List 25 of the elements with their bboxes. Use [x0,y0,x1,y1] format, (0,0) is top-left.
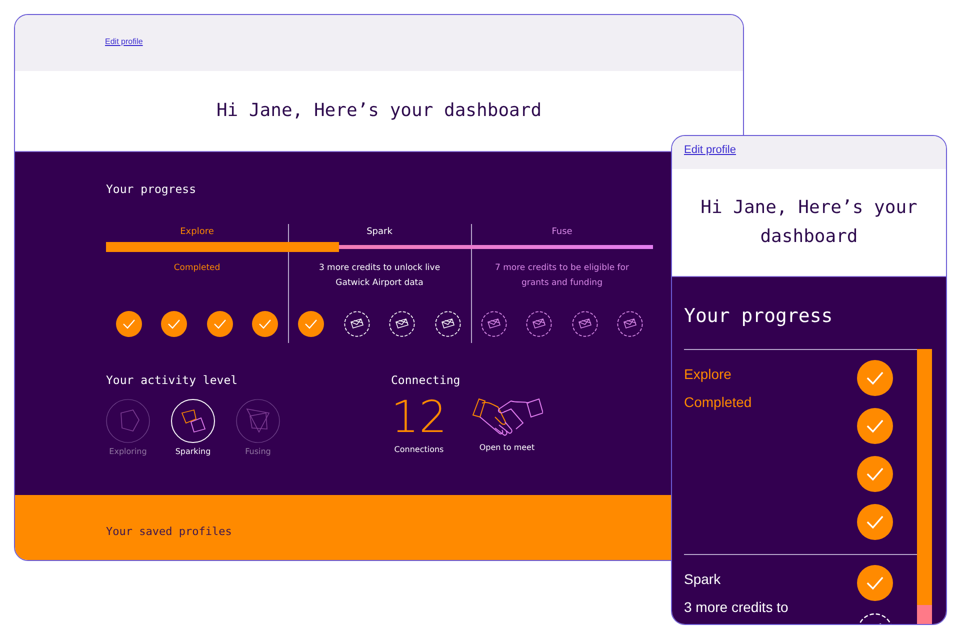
section-title: Connecting [391,373,462,387]
stage-name: Spark [684,571,722,587]
stage-status: Completed [684,394,753,410]
activity-level-label: Exploring [109,447,147,456]
stage-name: Explore [179,226,215,237]
activity-level-label: Sparking [175,447,211,456]
stage-status: 3 more credits to unlock live Gatwick Airport data [318,262,442,290]
section-title: Your activity level [106,373,239,387]
connections-label: Connections [394,445,444,454]
open-to-meet-label: Open to meet [479,443,535,452]
section-title: Your saved profiles [106,525,233,538]
activity-level-label: Fusing [245,447,271,456]
edit-profile-link[interactable]: Edit profile [105,37,143,46]
stage-name: Fuse [550,226,574,237]
section-title: Your progress [106,182,198,196]
dashboard-heading: Hi Jane, Here’s your dashboard [215,98,543,123]
edit-profile-link[interactable]: Edit profile [684,144,736,156]
dashboard-heading: Hi Jane, Here’s your dashboard [700,196,918,248]
stage-name: Explore [684,366,732,382]
stage-status: 7 more credits to be eligible for grants and funding [494,262,630,290]
stage-name: Spark [366,226,394,237]
connection-count: 12 [391,395,447,441]
stage-status: Completed [172,262,222,275]
stage-status: 3 more credits to [684,599,790,615]
section-title: Your progress [684,305,834,327]
